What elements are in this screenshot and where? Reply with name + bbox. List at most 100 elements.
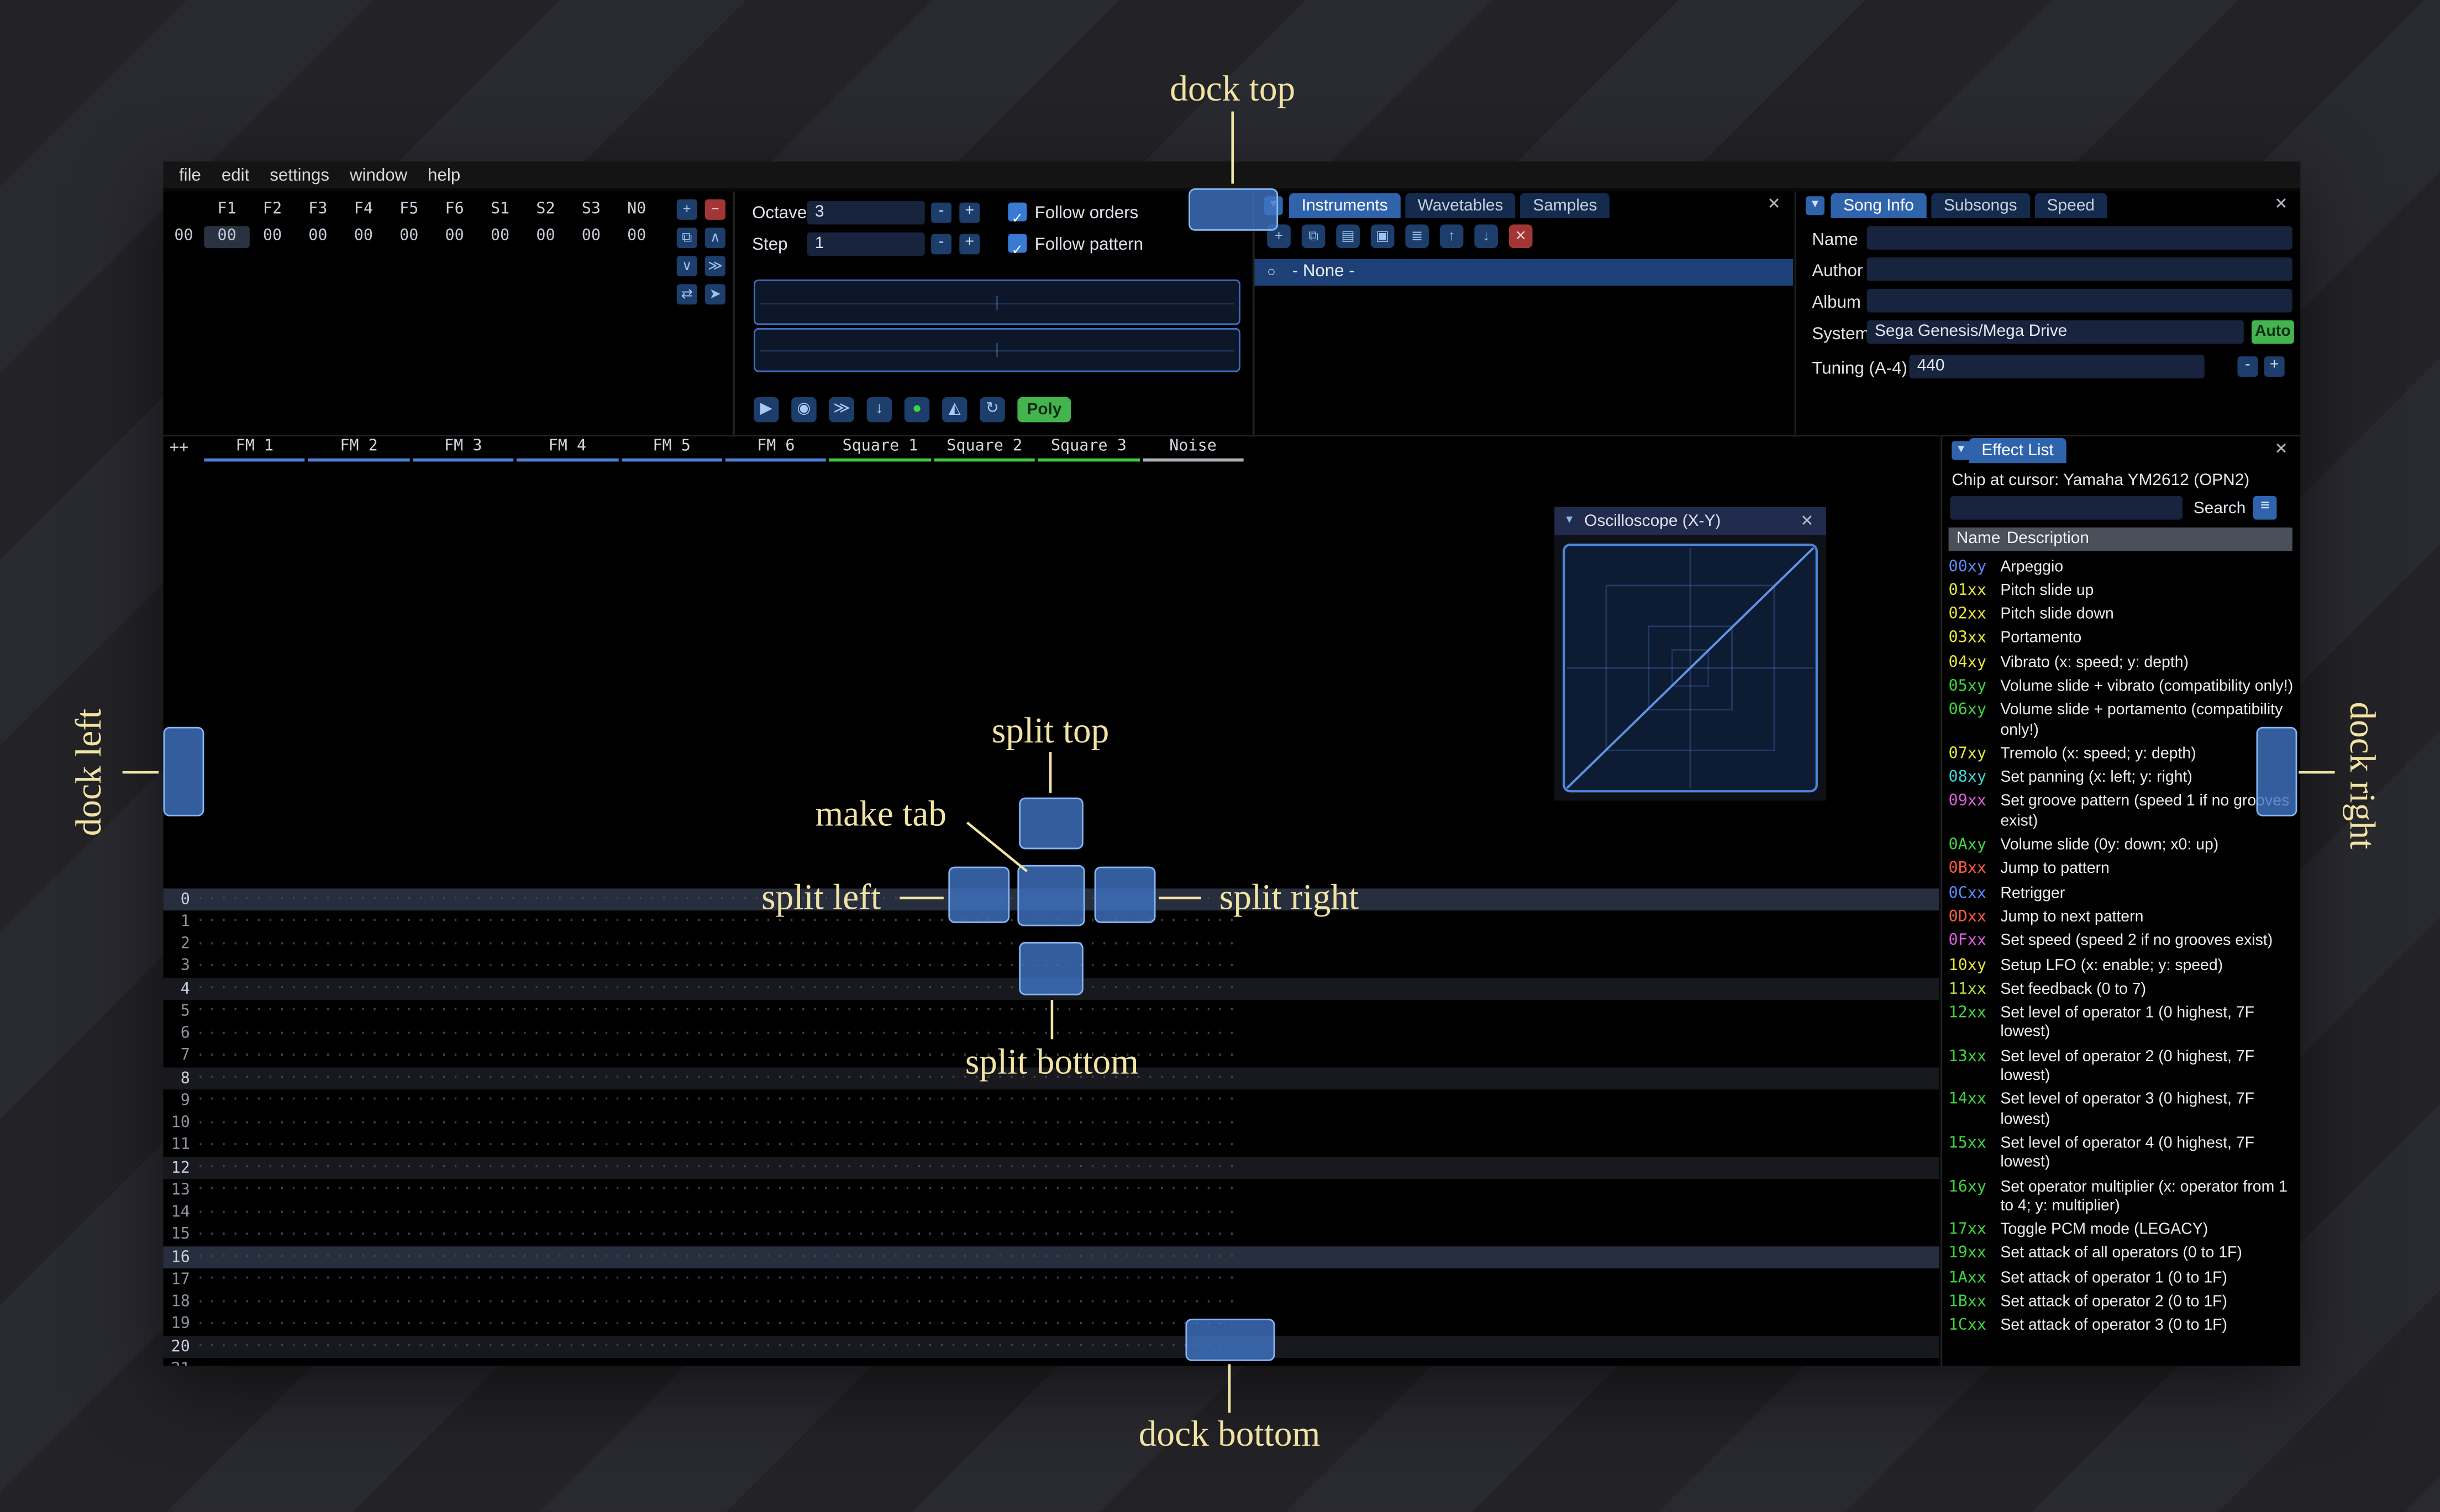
pattern-cell[interactable]: ·········· (718, 1071, 822, 1086)
tab-samples[interactable]: Samples (1520, 193, 1610, 218)
pattern-cell[interactable]: ·········· (718, 1049, 822, 1064)
pattern-row[interactable]: 19 ········· ········· ········· ········· ··… (164, 1314, 1939, 1336)
dock-target-left[interactable] (163, 726, 204, 816)
pattern-row[interactable]: 9 ········· ········· ········· ········· ···… (164, 1090, 1939, 1112)
pattern-cell[interactable]: ·········· (822, 1004, 926, 1019)
channel-header-square-1[interactable]: Square 1 (828, 436, 933, 462)
pattern-cell[interactable]: ·········· (301, 959, 405, 974)
pattern-cell[interactable]: ·········· (822, 1160, 926, 1176)
change-all-orders-button[interactable]: ⇄ (676, 284, 697, 305)
pattern-row[interactable]: 12 ········· ········· ········· ········· ··… (163, 1157, 1939, 1179)
pattern-row[interactable]: 17 ········· ········· ········· ········· ··… (164, 1269, 1939, 1291)
pattern-cell[interactable]: ·········· (718, 936, 822, 952)
pattern-cell[interactable]: ·········· (405, 1317, 509, 1332)
order-cell-f4[interactable]: 00 (341, 226, 386, 248)
pattern-cell[interactable]: ·········· (405, 1049, 509, 1064)
pattern-cell[interactable]: ·········· (613, 1138, 718, 1153)
order-cell-n0[interactable]: 00 (614, 226, 659, 248)
pattern-cell[interactable]: ·········· (1030, 1272, 1135, 1288)
repeat-pattern-button[interactable]: ↻ (980, 397, 1005, 423)
pattern-cell[interactable]: ·········· (613, 936, 718, 952)
pattern-cell[interactable]: ·········· (509, 981, 613, 997)
play-button[interactable]: ▶ (754, 397, 779, 423)
pattern-cell[interactable]: ·········· (196, 1250, 301, 1265)
pattern-cell[interactable]: ·········· (196, 1093, 301, 1109)
instrument-folders-button[interactable]: ≣ (1405, 224, 1429, 248)
pattern-cell[interactable]: ·········· (405, 1093, 509, 1109)
pattern-cell[interactable]: ·········· (926, 1004, 1030, 1019)
pattern-cell[interactable]: ·········· (405, 1205, 509, 1220)
pattern-cell[interactable]: ·········· (405, 892, 509, 907)
duplicate-order-end-button[interactable]: ≫ (704, 256, 725, 277)
system-input[interactable]: Sega Genesis/Mega Drive (1866, 320, 2244, 344)
tuning-decrease-button[interactable]: - (2237, 356, 2258, 377)
pattern-cell[interactable]: ·········· (613, 1317, 718, 1332)
pattern-cell[interactable]: ·········· (301, 1049, 405, 1064)
pattern-cell[interactable]: ·········· (718, 1250, 822, 1265)
pattern-cell[interactable]: ·········· (1134, 981, 1239, 997)
pattern-cell[interactable]: ·········· (718, 1183, 822, 1198)
tab-song-info[interactable]: Song Info (1831, 193, 1927, 218)
close-icon[interactable]: ✕ (2275, 196, 2288, 213)
tuning-increase-button[interactable]: + (2264, 356, 2285, 377)
pattern-cell[interactable]: ·········· (301, 1183, 405, 1198)
pattern-cell[interactable]: ·········· (1030, 1183, 1135, 1198)
pattern-cell[interactable]: ·········· (1134, 1183, 1239, 1198)
pattern-row[interactable]: 11 ········· ········· ········· ········· ··… (164, 1135, 1939, 1157)
pattern-cell[interactable]: ·········· (196, 1049, 301, 1064)
pattern-cell[interactable]: ·········· (613, 1026, 718, 1041)
pattern-cell[interactable]: ·········· (822, 1138, 926, 1153)
order-cell-f6[interactable]: 00 (432, 226, 477, 248)
pattern-cell[interactable]: ·········· (718, 1160, 822, 1176)
pattern-cell[interactable]: ·········· (926, 1339, 1030, 1355)
dock-target-right[interactable] (2256, 726, 2297, 816)
pattern-cell[interactable]: ·········· (196, 981, 301, 997)
pattern-cell[interactable]: ·········· (1030, 1160, 1135, 1176)
pattern-cell[interactable]: ·········· (1030, 1294, 1135, 1310)
pattern-cell[interactable]: ·········· (301, 1160, 405, 1176)
tab-subsongs[interactable]: Subsongs (1931, 193, 2030, 218)
split-target-left[interactable] (948, 866, 1010, 923)
pattern-cell[interactable]: ·········· (718, 1294, 822, 1310)
open-instrument-button[interactable]: ▤ (1336, 224, 1360, 248)
pattern-cell[interactable]: ·········· (196, 1115, 301, 1131)
pattern-cell[interactable]: ·········· (405, 1294, 509, 1310)
pattern-cell[interactable]: ·········· (718, 1227, 822, 1243)
dock-target-bottom[interactable] (1185, 1319, 1275, 1361)
pattern-cell[interactable]: ·········· (822, 1071, 926, 1086)
pattern-cell[interactable]: ·········· (822, 1093, 926, 1109)
step-decrease-button[interactable]: - (931, 234, 952, 255)
pattern-cell[interactable]: ·········· (822, 1250, 926, 1265)
pattern-cell[interactable]: ·········· (509, 914, 613, 930)
collapse-icon[interactable]: ▼ (1564, 515, 1575, 526)
pattern-cell[interactable]: ·········· (405, 914, 509, 930)
pattern-cell[interactable]: ·········· (613, 981, 718, 997)
follow-pattern-checkbox[interactable]: ✓ (1008, 234, 1027, 257)
add-order-button[interactable]: + (676, 199, 697, 220)
pattern-cell[interactable]: ·········· (405, 1250, 509, 1265)
pattern-cell[interactable]: ·········· (405, 1362, 509, 1366)
collapse-icon[interactable]: ▼ (1805, 196, 1825, 215)
pattern-cell[interactable]: ·········· (509, 1026, 613, 1041)
pattern-cell[interactable]: ·········· (1030, 1138, 1135, 1153)
oscilloscope-title-bar[interactable]: ▼ Oscilloscope (X-Y) ✕ (1554, 507, 1826, 536)
pattern-cell[interactable]: ·········· (196, 892, 301, 907)
move-order-up-button[interactable]: ∧ (704, 228, 725, 248)
pattern-cell[interactable]: ·········· (301, 914, 405, 930)
pattern-cell[interactable]: ·········· (718, 1004, 822, 1019)
instrument-list-item[interactable]: ○ - None - (1254, 259, 1794, 286)
pattern-cell[interactable]: ·········· (405, 1004, 509, 1019)
pattern-cell[interactable]: ·········· (718, 1026, 822, 1041)
pattern-cell[interactable]: ·········· (718, 1362, 822, 1366)
pattern-cell[interactable]: ·········· (405, 1183, 509, 1198)
pattern-cell[interactable]: ·········· (1134, 1071, 1239, 1086)
pattern-cell[interactable]: ·········· (613, 1205, 718, 1220)
pattern-cell[interactable]: ·········· (1134, 1250, 1239, 1265)
pattern-cell[interactable]: ·········· (1030, 1004, 1135, 1019)
channel-header-fm-1[interactable]: FM 1 (203, 436, 307, 462)
pattern-cell[interactable]: ·········· (613, 914, 718, 930)
pattern-cell[interactable]: ·········· (613, 1160, 718, 1176)
order-cell-s2[interactable]: 00 (523, 226, 568, 248)
pattern-cell[interactable]: ·········· (301, 1205, 405, 1220)
pattern-cell[interactable]: ·········· (1134, 1294, 1239, 1310)
